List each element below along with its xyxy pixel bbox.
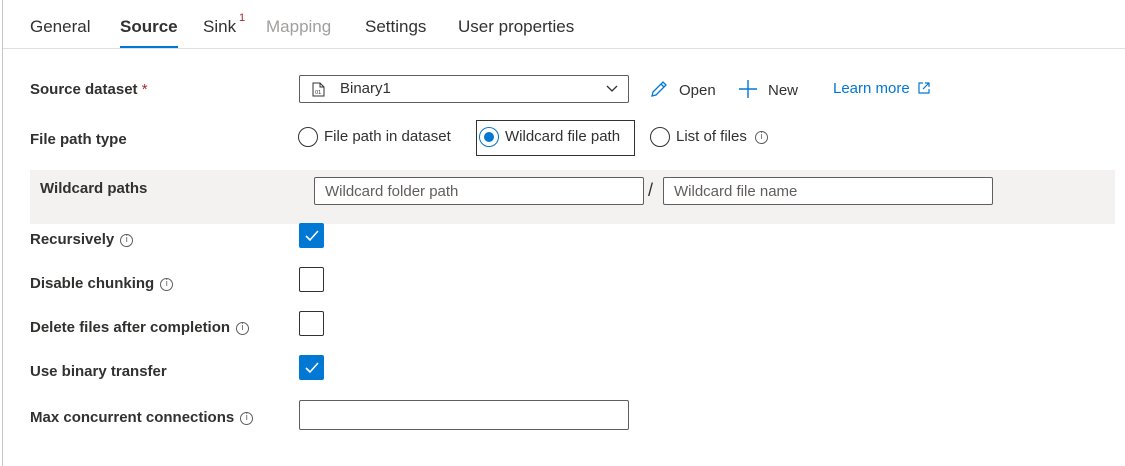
max-connections-label: Max concurrent connections i [30, 408, 254, 428]
checkmark-icon [305, 362, 319, 374]
learn-more-text: Learn more [833, 80, 910, 97]
info-icon[interactable]: i [160, 278, 174, 291]
new-label: New [768, 82, 799, 99]
radio-circle [298, 127, 318, 147]
recursively-text: Recursively [30, 231, 115, 248]
wildcard-file-name-input[interactable] [663, 177, 993, 205]
radio-label: Wildcard file path [505, 128, 621, 145]
info-icon[interactable]: i [240, 412, 254, 425]
delete-files-label: Delete files after completion i [30, 318, 250, 338]
tab-mapping: Mapping [266, 17, 332, 36]
binary-file-icon: 01 [312, 82, 325, 97]
plus-icon [739, 80, 757, 98]
disable-chunking-label: Disable chunking i [30, 274, 174, 294]
max-connections-text: Max concurrent connections [30, 409, 235, 426]
radio-label: File path in dataset [324, 128, 451, 145]
svg-text:01: 01 [315, 90, 321, 96]
radio-circle [650, 127, 670, 147]
open-label: Open [679, 82, 716, 99]
edit-pencil-icon [651, 81, 667, 97]
binary-transfer-label: Use binary transfer [30, 363, 167, 380]
max-connections-input[interactable] [299, 400, 629, 430]
radio-circle-selected [479, 127, 499, 147]
source-dataset-dropdown[interactable]: 01 Binary1 [299, 75, 629, 103]
wildcard-folder-path-input[interactable] [314, 177, 644, 205]
info-icon[interactable]: i [236, 322, 250, 335]
source-dataset-text: Source dataset [30, 81, 138, 98]
path-separator: / [648, 180, 654, 200]
tab-sink-label: Sink [203, 17, 237, 36]
info-icon[interactable]: i [754, 131, 768, 144]
info-icon[interactable]: i [120, 234, 134, 247]
file-path-type-label: File path type [30, 131, 127, 148]
left-border [2, 0, 3, 466]
disable-chunking-checkbox[interactable] [299, 267, 324, 292]
chevron-down-icon [606, 85, 618, 92]
wildcard-paths-label: Wildcard paths [40, 180, 148, 197]
tab-bar: General Source Sink 1 Mapping Settings U… [3, 0, 1125, 49]
tab-sink[interactable]: Sink 1 [203, 12, 245, 48]
learn-more-link[interactable]: Learn more [833, 80, 931, 97]
delete-files-text: Delete files after completion [30, 319, 231, 336]
source-dataset-label: Source dataset * [30, 80, 148, 100]
binary-transfer-checkbox[interactable] [299, 355, 324, 380]
tab-source[interactable]: Source [120, 16, 178, 48]
sink-error-badge: 1 [239, 12, 246, 24]
required-marker: * [141, 81, 148, 98]
tab-user-properties[interactable]: User properties [458, 16, 574, 48]
disable-chunking-text: Disable chunking [30, 275, 155, 292]
delete-files-checkbox[interactable] [299, 311, 324, 336]
radio-label: List of files i [676, 128, 768, 145]
recursively-checkbox[interactable] [299, 223, 324, 248]
external-link-icon [918, 82, 930, 94]
tab-general[interactable]: General [30, 16, 90, 48]
source-dataset-value: Binary1 [340, 80, 391, 97]
checkmark-icon [305, 230, 319, 242]
recursively-label: Recursively i [30, 230, 134, 250]
list-of-files-text: List of files [676, 128, 747, 145]
tab-settings[interactable]: Settings [365, 16, 426, 48]
